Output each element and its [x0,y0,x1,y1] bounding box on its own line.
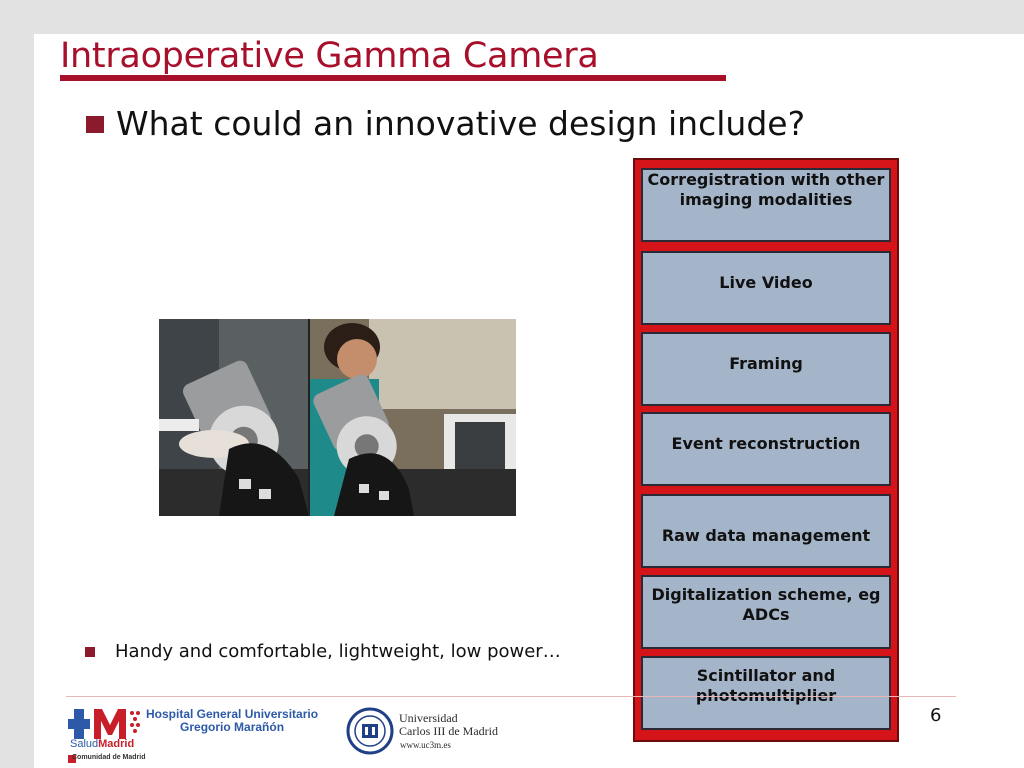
salud-suffix: Madrid [98,738,135,750]
hospital-name-line2: Gregorio Marañón [180,720,285,734]
gamma-camera-photo-illustration [159,319,516,516]
university-name: Universidad Carlos III de Madrid [399,712,498,738]
bullet-main-question: What could an innovative design include? [116,104,806,143]
layer-live-video: Live Video [641,251,891,325]
hospital-name: Hospital General Universitario Gregorio … [146,708,318,734]
layer-framing: Framing [641,332,891,406]
layer-scintillator: Scintillator and photomultiplier [641,656,891,730]
salud-madrid-label: SaludMadrid [70,738,134,750]
university-name-line2: Carlos III de Madrid [399,724,498,738]
bullet-square-icon [86,116,104,133]
comunidad-label: Comunidad de Madrid [72,754,146,761]
layer-digitalization: Digitalization scheme, eg ADCs [641,575,891,649]
page-number: 6 [930,705,942,726]
university-website: www.uc3m.es [400,740,451,750]
footer-divider [66,696,956,697]
gamma-camera-photo [159,319,516,516]
layer-corregistration: Corregistration with other imaging modal… [641,168,891,242]
bullet-features: Handy and comfortable, lightweight, low … [115,641,561,662]
title-underline [60,75,726,81]
layer-raw-data-management: Raw data management [641,494,891,568]
salud-prefix: Salud [70,738,99,750]
bullet-square-small-icon [85,647,95,657]
slide-title: Intraoperative Gamma Camera [60,36,599,76]
layer-event-reconstruction: Event reconstruction [641,412,891,486]
